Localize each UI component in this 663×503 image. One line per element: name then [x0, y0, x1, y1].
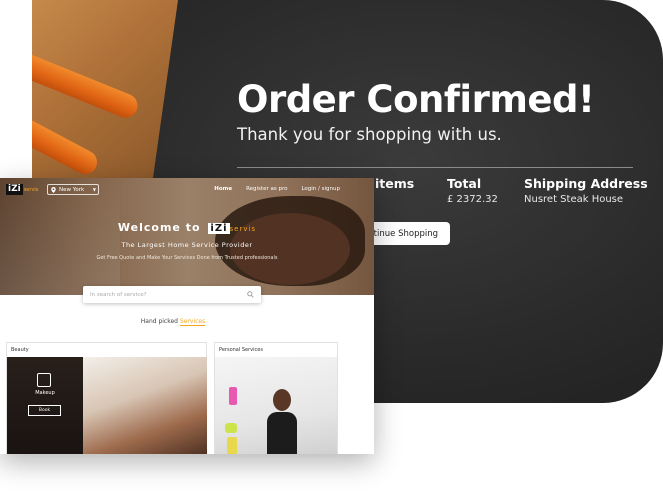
- izi-servis-website: iZi servis New York ▼ Home Register as p…: [0, 178, 374, 454]
- person-image: [267, 412, 297, 454]
- welcome-text: Welcome to: [117, 221, 201, 234]
- nav-home-link[interactable]: Home: [214, 186, 232, 192]
- hand-picked-accent: Services: [179, 318, 206, 326]
- location-pin-icon: [51, 186, 56, 193]
- person-image: [273, 389, 291, 411]
- hero-welcome-heading: Welcome to iZi servis: [0, 221, 374, 234]
- total-column-header: Total: [447, 176, 482, 191]
- search-input[interactable]: [90, 291, 243, 298]
- bottle-image: [227, 437, 237, 454]
- hand-picked-heading: Hand picked Services: [0, 318, 346, 326]
- logo-mark: iZi: [6, 184, 23, 195]
- search-icon[interactable]: [247, 291, 254, 298]
- hand-picked-prefix: Hand picked: [140, 318, 178, 325]
- site-logo[interactable]: iZi servis: [6, 184, 38, 195]
- spray-bottle-image: [229, 387, 237, 405]
- makeup-tile[interactable]: Makeup Book: [7, 357, 83, 454]
- hero-subline: Get Free Quote and Make Your Services Do…: [96, 255, 278, 261]
- items-column-header: items: [375, 176, 415, 191]
- top-nav: Home Register as pro Login / signup: [214, 186, 340, 192]
- category-title: Beauty: [11, 347, 29, 353]
- book-button[interactable]: Book: [28, 405, 61, 416]
- glove-image: [225, 423, 237, 433]
- category-card-personal-services[interactable]: Personal Services: [214, 342, 338, 454]
- total-value: £ 2372.32: [447, 194, 498, 205]
- chevron-down-icon: ▼: [92, 187, 96, 192]
- city-selector[interactable]: New York ▼: [47, 184, 99, 195]
- shipping-address-header: Shipping Address: [524, 176, 648, 191]
- service-search-bar: [83, 286, 261, 303]
- makeup-label: Makeup: [35, 390, 55, 396]
- hero-brand-word: servis: [229, 225, 257, 233]
- hero-brand: iZi servis: [208, 221, 256, 234]
- hero-banner: iZi servis New York ▼ Home Register as p…: [0, 178, 374, 295]
- category-card-beauty[interactable]: Beauty Makeup Book: [6, 342, 207, 454]
- order-subtitle: Thank you for shopping with us.: [237, 125, 502, 144]
- hero-brand-mark: iZi: [208, 223, 230, 234]
- nav-login-link[interactable]: Login / signup: [301, 186, 340, 192]
- massage-tile-image[interactable]: [83, 357, 207, 454]
- shipping-address-value: Nusret Steak House: [524, 194, 624, 205]
- nav-register-link[interactable]: Register as pro: [246, 186, 287, 192]
- makeup-icon: [37, 373, 51, 387]
- order-confirmed-title: Order Confirmed!: [237, 78, 595, 121]
- divider: [237, 167, 633, 168]
- hero-overlay: [0, 178, 374, 295]
- cleaning-tile-image[interactable]: [215, 357, 337, 454]
- hero-tagline: The Largest Home Service Provider: [121, 241, 253, 249]
- logo-word: servis: [23, 186, 39, 193]
- city-selector-value: New York: [59, 186, 85, 193]
- category-title: Personal Services: [219, 347, 263, 353]
